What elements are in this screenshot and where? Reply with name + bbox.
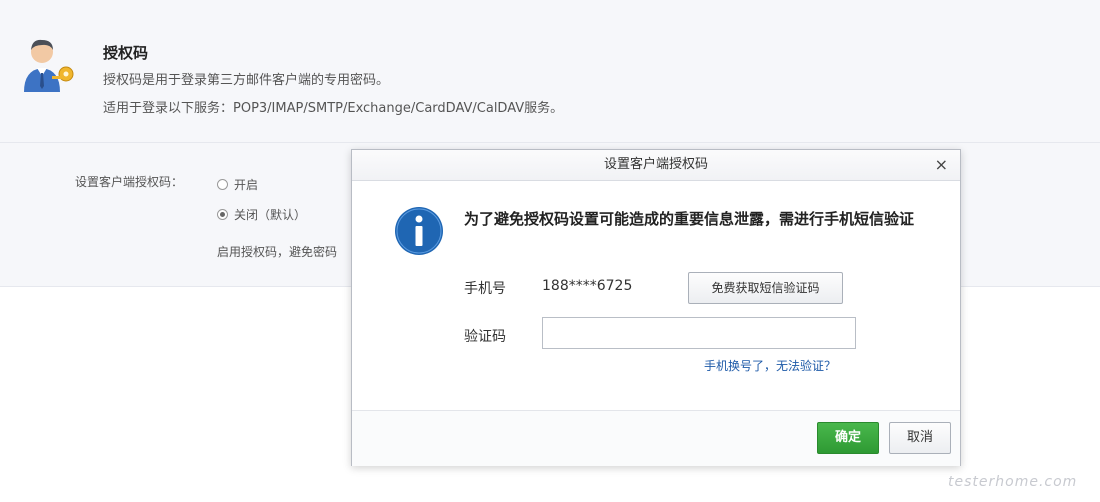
verification-message: 为了避免授权码设置可能造成的重要信息泄露，需进行手机短信验证 (464, 210, 915, 228)
verification-code-input[interactable] (542, 317, 856, 349)
watermark: testerhome.com (948, 474, 1078, 490)
phone-changed-link[interactable]: 手机换号了，无法验证？ (704, 357, 836, 374)
phone-label: 手机号 (464, 281, 506, 297)
radio-button-off[interactable] (217, 209, 228, 220)
code-label: 验证码 (464, 329, 506, 345)
user-key-icon (24, 39, 74, 92)
info-icon (395, 207, 443, 255)
confirm-button[interactable]: 确定 (817, 422, 879, 454)
phone-number: 188****6725 (542, 278, 633, 294)
dialog-footer: 确定 取消 (352, 410, 960, 466)
client-auth-code-label: 设置客户端授权码： (75, 175, 184, 189)
close-icon[interactable]: × (935, 150, 948, 180)
auth-code-hint: 启用授权码，避免密码 (217, 245, 338, 259)
dialog-title: 设置客户端授权码 (603, 157, 708, 172)
verify-dialog: 设置客户端授权码 × 为了避免授权码设置可能造成的重要信息泄露，需进行手机短信验… (351, 149, 961, 466)
get-sms-code-button[interactable]: 免费获取短信验证码 (688, 272, 843, 304)
dialog-header: 设置客户端授权码 × (352, 150, 960, 181)
radio-button-on[interactable] (217, 179, 228, 190)
radio-label-on: 开启 (234, 178, 259, 192)
cancel-button[interactable]: 取消 (889, 422, 951, 454)
radio-option-on[interactable]: 开启 (217, 176, 258, 193)
auth-code-description: 授权码是用于登录第三方邮件客户端的专用密码。 (103, 73, 390, 88)
page-title: 授权码 (103, 44, 149, 62)
auth-code-services: 适用于登录以下服务：POP3/IMAP/SMTP/Exchange/CardDA… (103, 101, 564, 116)
radio-label-off: 关闭（默认） (234, 208, 307, 222)
radio-option-off[interactable]: 关闭（默认） (217, 206, 306, 223)
